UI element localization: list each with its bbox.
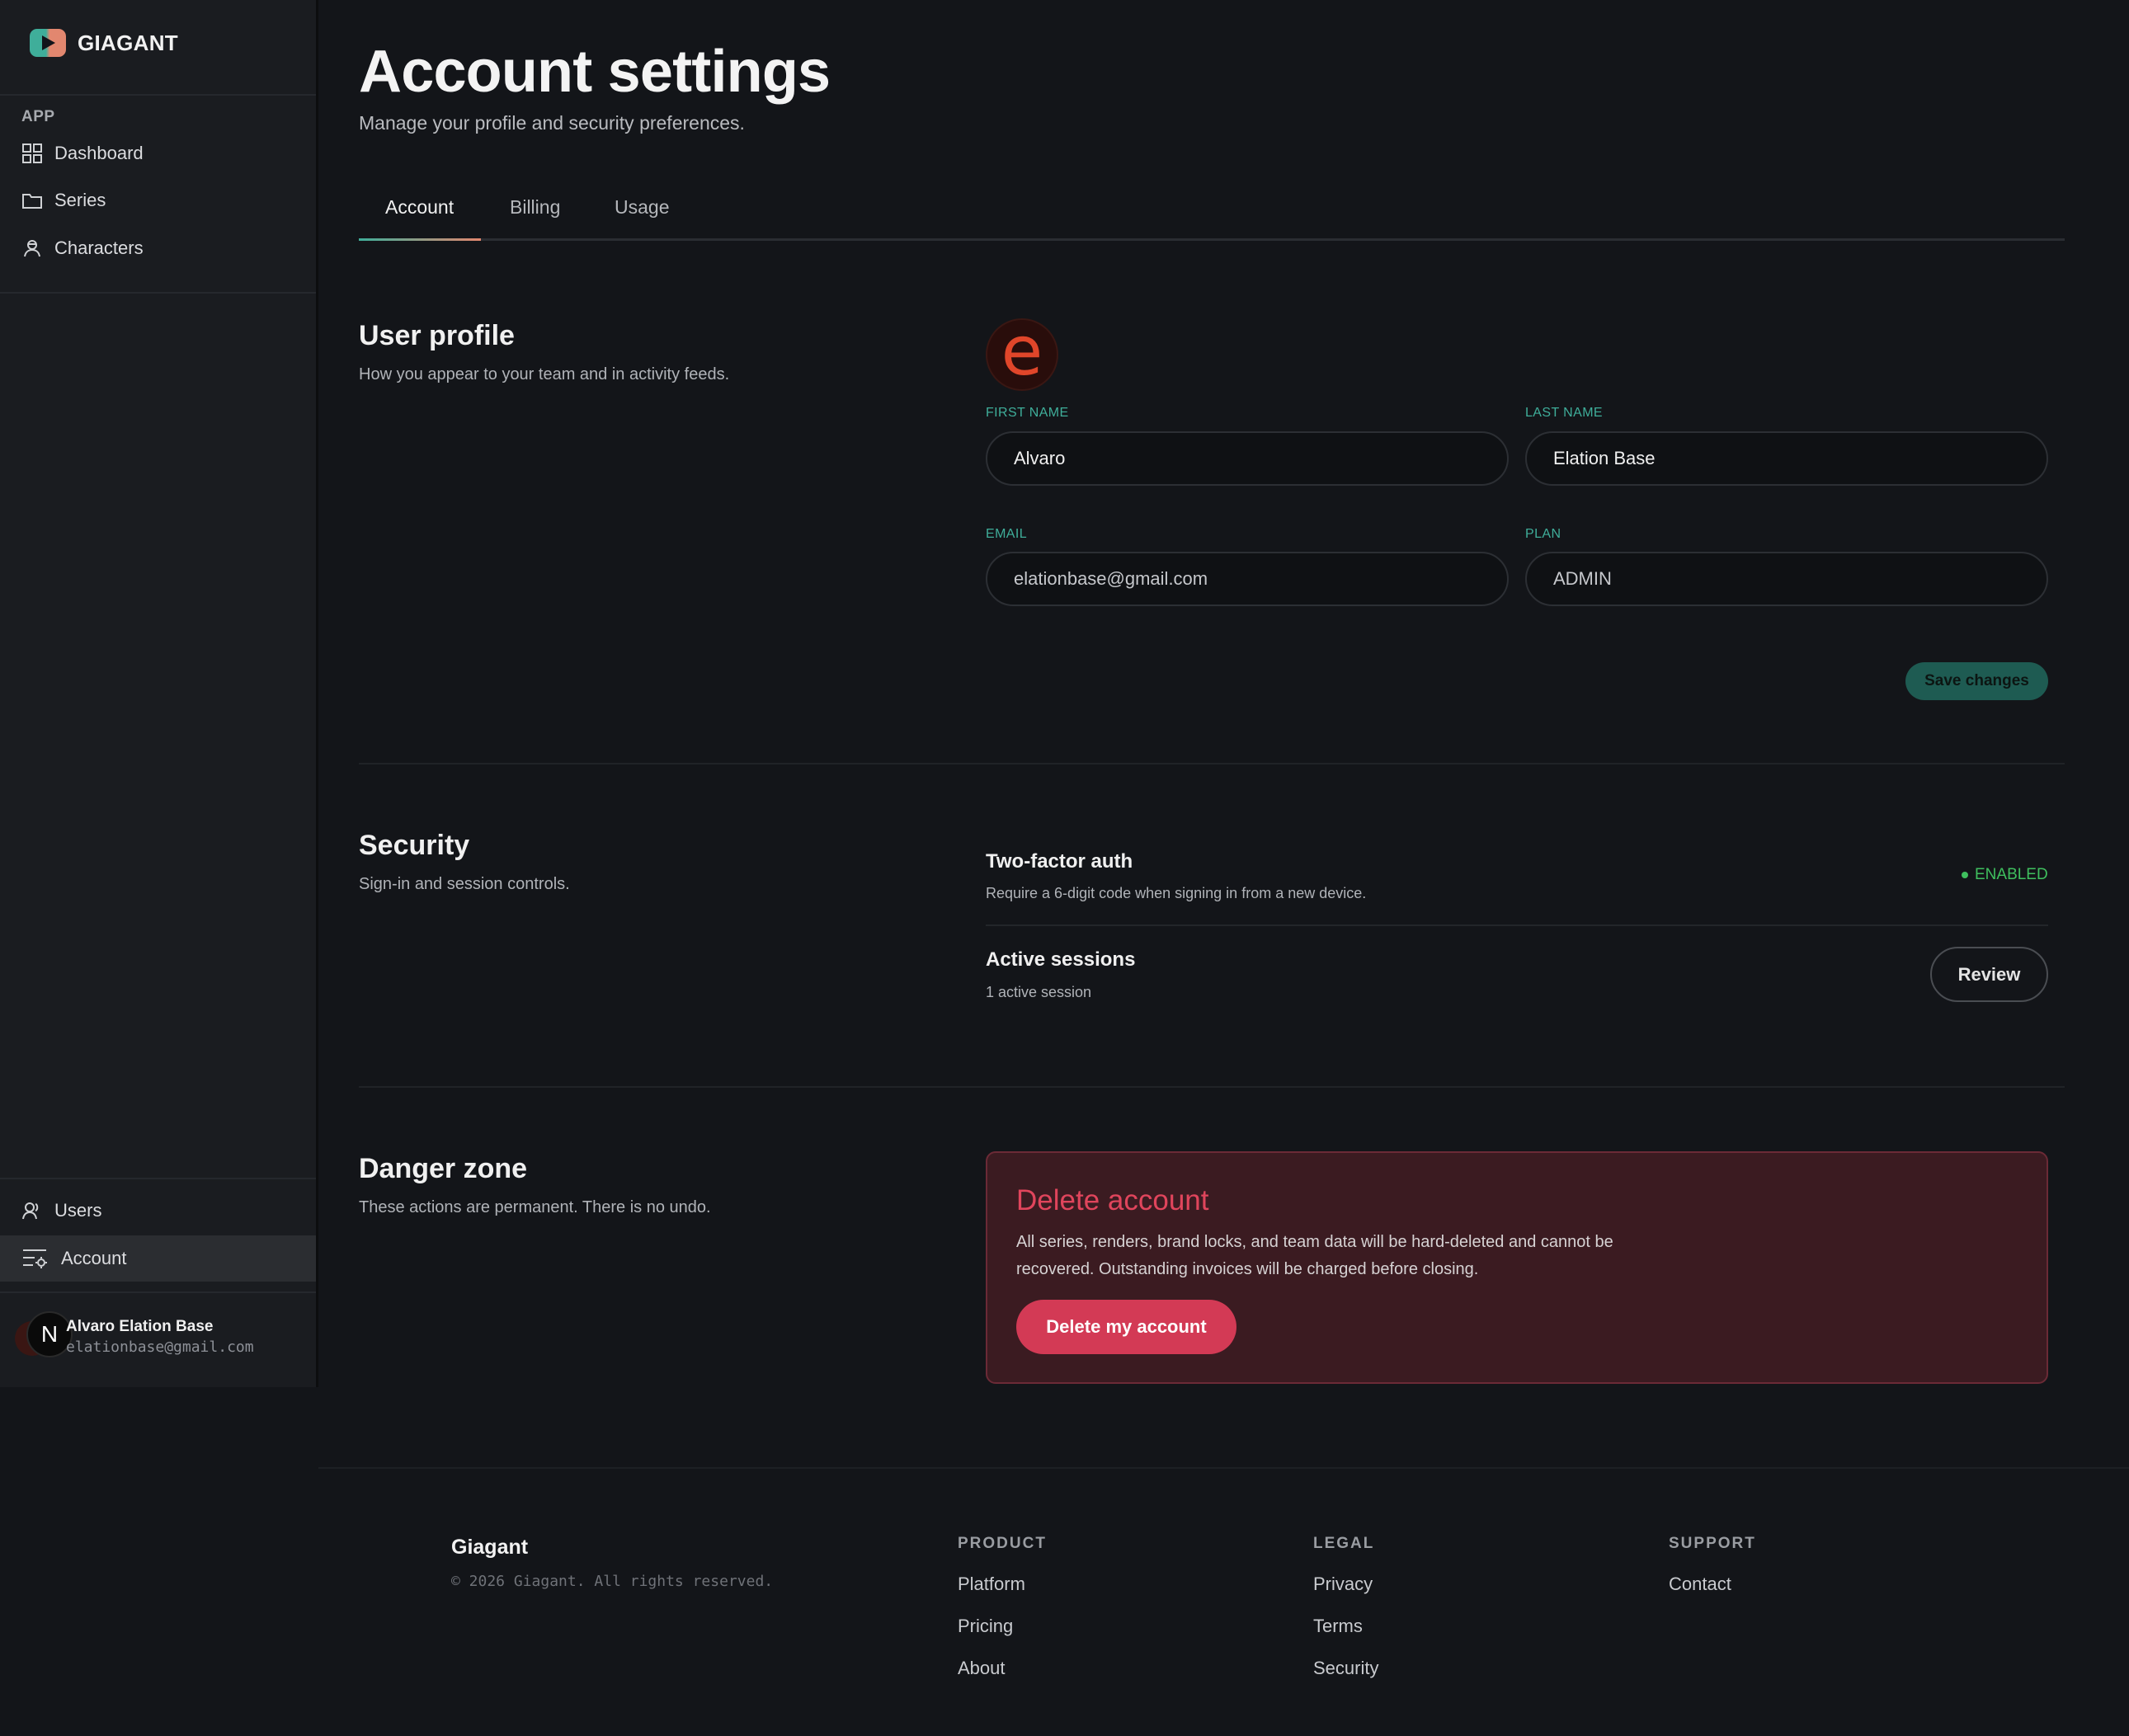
delete-account-button[interactable]: Delete my account [1016,1300,1236,1354]
user-name: Alvaro Elation Base [66,1318,214,1335]
footer-heading-product: PRODUCT [958,1535,1047,1552]
page-title: Account settings [359,39,831,105]
section-divider [359,1086,2065,1088]
section-divider [359,763,2065,764]
delete-account-text: All series, renders, brand locks, and te… [1016,1233,1613,1278]
plan-label: PLAN [1525,527,1561,541]
save-changes-button[interactable]: Save changes [1905,662,2048,700]
profile-avatar[interactable]: e [986,318,1058,391]
tab-billing[interactable]: Billing [510,196,560,219]
two-factor-desc: Require a 6-digit code when signing in f… [986,885,1367,901]
last-name-field[interactable] [1525,431,2048,486]
sidebar-item-account[interactable]: Account [0,1235,316,1282]
sidebar-item-users[interactable]: Users [0,1188,316,1234]
sessions-desc: 1 active session [986,984,1092,1000]
review-sessions-button[interactable]: Review [1930,947,2048,1002]
brand[interactable]: GIAGANT [30,28,178,58]
brand-name: GIAGANT [78,30,178,55]
user-email: elationbase@gmail.com [66,1338,254,1356]
sidebar: GIAGANT APP Dashboard Series Characters … [0,0,318,1387]
active-tab-indicator [359,238,481,241]
status-dot-icon [1962,872,1968,878]
section-desc-danger: These actions are permanent. There is no… [359,1198,711,1216]
sidebar-item-label: Users [54,1200,102,1221]
folder-icon [21,190,43,211]
footer-link-about[interactable]: About [958,1658,1006,1679]
sidebar-divider [0,94,316,96]
footer-link-contact[interactable]: Contact [1669,1574,1731,1595]
footer-link-terms[interactable]: Terms [1313,1616,1363,1637]
delete-account-card: Delete account All series, renders, bran… [986,1151,2048,1384]
sessions-title: Active sessions [986,948,1136,971]
sidebar-item-label: Series [54,190,106,210]
sidebar-item-label: Characters [54,238,144,258]
email-field[interactable] [986,552,1509,606]
play-logo-icon [30,29,66,57]
characters-icon [21,238,43,259]
delete-account-title: Delete account [1016,1184,1209,1216]
section-title-security: Security [359,830,470,861]
footer-copyright: © 2026 Giagant. All rights reserved. [451,1573,774,1590]
settings-list-icon [21,1248,49,1269]
footer-link-platform[interactable]: Platform [958,1574,1025,1595]
sidebar-divider [0,1178,316,1179]
sidebar-item-dashboard[interactable]: Dashboard [0,130,316,176]
section-desc-profile: How you appear to your team and in activ… [359,365,730,383]
status-badge-label: ENABLED [1975,866,2048,883]
two-factor-title: Two-factor auth [986,850,1133,873]
users-icon [21,1200,43,1221]
row-divider [986,924,2048,926]
grid-icon [21,143,43,164]
first-name-label: FIRST NAME [986,406,1069,420]
footer-brand: Giagant [451,1536,529,1559]
footer-link-privacy[interactable]: Privacy [1313,1574,1373,1595]
tab-bar: Account Billing Usage [359,176,2065,241]
footer-heading-support: SUPPORT [1669,1535,1756,1552]
footer-divider [318,1467,2129,1469]
email-label: EMAIL [986,527,1028,541]
sidebar-item-label: Dashboard [54,143,144,163]
sidebar-item-characters[interactable]: Characters [0,225,316,271]
footer-link-security[interactable]: Security [1313,1658,1378,1679]
sidebar-item-series[interactable]: Series [0,177,316,223]
user-menu[interactable]: N Alvaro Elation Base elationbase@gmail.… [0,1291,316,1387]
page-subtitle: Manage your profile and security prefere… [359,112,745,134]
section-title-profile: User profile [359,320,515,351]
footer-heading-legal: LEGAL [1313,1535,1375,1552]
plan-field[interactable] [1525,552,2048,606]
status-badge: ENABLED [1962,866,2048,884]
section-desc-security: Sign-in and session controls. [359,875,570,893]
tab-account[interactable]: Account [385,196,454,219]
last-name-label: LAST NAME [1525,406,1603,420]
tab-usage[interactable]: Usage [615,196,669,219]
sidebar-divider [0,292,316,294]
first-name-field[interactable] [986,431,1509,486]
footer-link-pricing[interactable]: Pricing [958,1616,1013,1637]
sidebar-group-label: APP [21,108,55,125]
section-title-danger: Danger zone [359,1153,528,1184]
sidebar-item-label: Account [61,1248,127,1268]
